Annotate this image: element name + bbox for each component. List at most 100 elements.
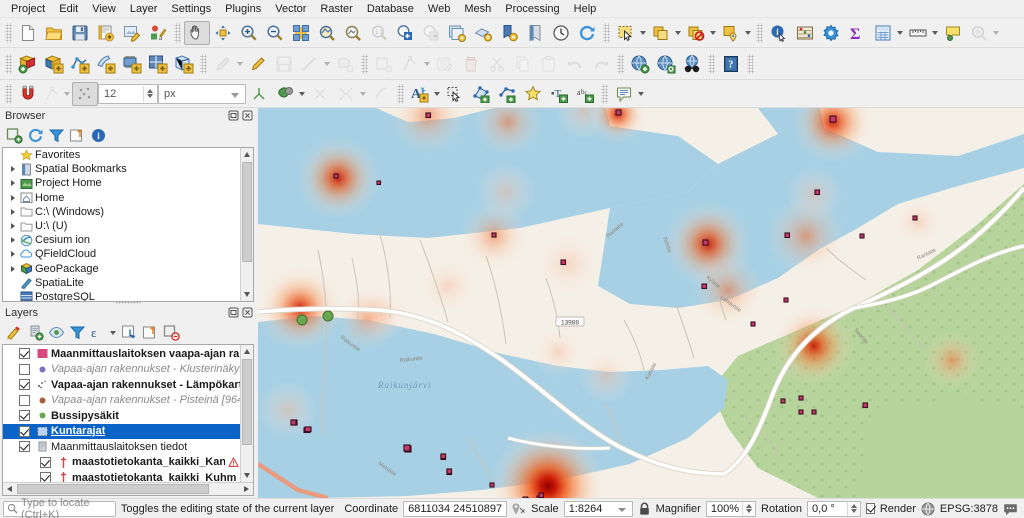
- toolbar-grip[interactable]: [708, 53, 715, 74]
- move-label-button[interactable]: T: [546, 82, 572, 106]
- select-features-button[interactable]: [613, 21, 639, 45]
- layer-row[interactable]: Vapaa-ajan rakennukset - Lämpökartta [96: [3, 377, 253, 393]
- zoom-next-button[interactable]: [418, 21, 444, 45]
- spinner-down-icon[interactable]: [746, 509, 753, 513]
- layer-visibility-checkbox[interactable]: [19, 410, 30, 422]
- metasearch-add-button[interactable]: [627, 52, 653, 76]
- layer-warning-icon[interactable]: [228, 456, 240, 468]
- crs-label[interactable]: EPSG:3878: [940, 503, 998, 515]
- layer-row[interactable]: Maanmittauslaitoksen vaapa-ajan rakennu: [3, 346, 253, 362]
- add-mesh-layer-button[interactable]: [93, 52, 119, 76]
- menu-item-project[interactable]: Project: [4, 1, 52, 17]
- chevron-down-icon[interactable]: [932, 30, 938, 35]
- chevron-down-icon[interactable]: [993, 30, 999, 35]
- zoom-full-button[interactable]: [288, 21, 314, 45]
- layer-visibility-checkbox[interactable]: [19, 394, 30, 406]
- toolbar-grip[interactable]: [5, 53, 12, 74]
- save-project-button[interactable]: [67, 21, 93, 45]
- toolbar-grip[interactable]: [200, 53, 207, 74]
- menu-item-database[interactable]: Database: [360, 1, 421, 17]
- scroll-up-icon[interactable]: [241, 148, 253, 161]
- highlight-pinned-labels-button[interactable]: [442, 82, 468, 106]
- open-layer-styling-panel-icon[interactable]: [4, 322, 24, 342]
- new-3d-map-view-button[interactable]: [470, 21, 496, 45]
- lock-scale-icon[interactable]: [638, 502, 651, 516]
- browser-item[interactable]: Cesium ion: [3, 233, 253, 247]
- toolbar-grip[interactable]: [603, 22, 610, 43]
- chevron-down-icon[interactable]: [324, 61, 330, 66]
- menu-item-view[interactable]: View: [85, 1, 123, 17]
- chevron-down-icon[interactable]: [638, 91, 644, 96]
- toolbar-grip[interactable]: [361, 53, 368, 74]
- new-map-view-button[interactable]: [496, 21, 522, 45]
- close-layers-icon[interactable]: [241, 306, 254, 319]
- show-bookmarks-button[interactable]: [522, 21, 548, 45]
- field-calculator-button[interactable]: [870, 21, 896, 45]
- expand-arrow-icon[interactable]: [7, 265, 18, 272]
- layer-row[interactable]: Vapaa-ajan rakennukset - Klusterinäkymä: [3, 362, 253, 378]
- spinner-up-icon[interactable]: [746, 504, 753, 508]
- layer-row[interactable]: Vapaa-ajan rakennukset - Pisteinä [9648]: [3, 393, 253, 409]
- expression-filter-icon[interactable]: ε: [88, 322, 108, 342]
- zoom-last-button[interactable]: [392, 21, 418, 45]
- temporal-controller-button[interactable]: [548, 21, 574, 45]
- style-manager-button[interactable]: [119, 21, 145, 45]
- zoom-native-resolution-button[interactable]: 1:1: [366, 21, 392, 45]
- open-attribute-table-button[interactable]: [792, 21, 818, 45]
- browser-item[interactable]: U:\ (U): [3, 219, 253, 233]
- add-delimited-text-layer-button[interactable]: [119, 52, 145, 76]
- magnifier-input[interactable]: 100%: [705, 500, 757, 517]
- refresh-layer-button[interactable]: [444, 21, 470, 45]
- layer-visibility-checkbox[interactable]: [19, 425, 30, 437]
- spinner-arrows[interactable]: [847, 501, 861, 516]
- menu-item-mesh[interactable]: Mesh: [457, 1, 498, 17]
- zoom-out-button[interactable]: [262, 21, 288, 45]
- layer-visibility-checkbox[interactable]: [19, 441, 30, 453]
- enable-snapping-button[interactable]: [15, 82, 41, 106]
- scroll-thumb[interactable]: [17, 484, 209, 494]
- pin-labels-button[interactable]: [468, 82, 494, 106]
- enable-properties-widget-icon[interactable]: i: [88, 125, 108, 145]
- toolbar-grip[interactable]: [397, 83, 404, 104]
- layout-manager-button[interactable]: a: [145, 21, 171, 45]
- menu-item-plugins[interactable]: Plugins: [218, 1, 268, 17]
- chevron-down-icon[interactable]: [710, 30, 716, 35]
- browser-vertical-scrollbar[interactable]: [240, 148, 253, 301]
- browser-item[interactable]: Home: [3, 191, 253, 205]
- snapping-tolerance-input[interactable]: 12: [98, 83, 158, 104]
- delete-selected-button[interactable]: [458, 52, 484, 76]
- scroll-left-icon[interactable]: [3, 483, 16, 495]
- scroll-up-icon[interactable]: [241, 345, 253, 358]
- chevron-down-icon[interactable]: [434, 91, 440, 96]
- coordinate-field[interactable]: 6811034 24510897: [403, 500, 508, 517]
- snapping-mode-button[interactable]: [41, 82, 63, 106]
- spinner-down-icon[interactable]: [147, 94, 153, 98]
- scroll-down-icon[interactable]: [241, 469, 253, 482]
- redo-button[interactable]: [588, 52, 614, 76]
- chevron-down-icon[interactable]: [897, 30, 903, 35]
- open-data-source-manager-button[interactable]: [15, 52, 41, 76]
- toolbar-grip[interactable]: [617, 53, 624, 74]
- chevron-down-icon[interactable]: [237, 61, 243, 66]
- spinner-arrows[interactable]: [143, 85, 156, 102]
- scroll-thumb[interactable]: [242, 359, 252, 445]
- zoom-to-selection-button[interactable]: [314, 21, 340, 45]
- snapping-on-intersection-button[interactable]: [307, 82, 333, 106]
- expand-all-icon[interactable]: [119, 322, 139, 342]
- menu-item-layer[interactable]: Layer: [123, 1, 165, 17]
- undo-button[interactable]: [562, 52, 588, 76]
- pan-map-button[interactable]: [184, 20, 210, 45]
- paste-features-button[interactable]: [536, 52, 562, 76]
- browser-item[interactable]: Spatial Bookmarks: [3, 162, 253, 176]
- chevron-down-icon[interactable]: [360, 91, 366, 96]
- processing-toolbox-button[interactable]: [818, 21, 844, 45]
- collapse-all-layers-icon[interactable]: [140, 322, 160, 342]
- layers-vertical-scrollbar[interactable]: [240, 345, 253, 482]
- scroll-right-icon[interactable]: [240, 483, 253, 495]
- expand-arrow-icon[interactable]: [7, 223, 18, 230]
- expand-arrow-icon[interactable]: [7, 251, 18, 258]
- filter-browser-icon[interactable]: [46, 125, 66, 145]
- measure-line-button[interactable]: [905, 21, 931, 45]
- toolbar-grip[interactable]: [756, 22, 763, 43]
- expand-arrow-icon[interactable]: [7, 194, 18, 201]
